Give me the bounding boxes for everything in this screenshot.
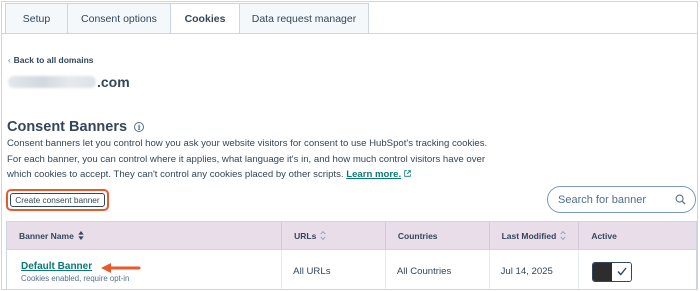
- header-label: Last Modified: [501, 230, 557, 241]
- domain-suffix: .com: [97, 74, 130, 90]
- chevron-left-icon: ‹: [8, 55, 11, 65]
- header-label: Active: [591, 230, 617, 241]
- active-cell: [579, 250, 696, 289]
- header-label: URLs: [294, 230, 317, 241]
- header-active: Active: [579, 222, 696, 249]
- external-link-icon: [404, 170, 411, 177]
- header-countries: Countries: [386, 222, 490, 249]
- table-header: Banner Name URLs Countries Last Modified…: [6, 221, 697, 250]
- create-button-highlight: Create consent banner: [6, 189, 109, 211]
- tab-setup[interactable]: Setup: [5, 3, 67, 34]
- section-heading: Consent Banners i: [7, 119, 145, 135]
- toggle-knob: [593, 262, 613, 281]
- search-input[interactable]: [558, 193, 673, 206]
- banner-subtitle: Cookies enabled, require opt-in: [21, 273, 130, 283]
- page-frame: Setup Consent options Cookies Data reque…: [1, 1, 698, 290]
- header-label: Countries: [397, 230, 438, 241]
- toggle-check: [612, 262, 632, 281]
- last-modified-cell: Jul 14, 2025: [490, 250, 580, 289]
- create-consent-banner-button[interactable]: Create consent banner: [10, 193, 105, 207]
- sort-icon[interactable]: [78, 231, 84, 240]
- domain-title: .com: [8, 74, 130, 90]
- header-last-modified[interactable]: Last Modified: [490, 222, 580, 249]
- countries-cell: All Countries: [386, 250, 490, 289]
- section-title: Consent Banners: [7, 119, 128, 135]
- header-urls[interactable]: URLs: [282, 222, 386, 249]
- table-row: Default Banner Cookies enabled, require …: [6, 250, 697, 289]
- arrow-pointer-icon: [101, 263, 141, 273]
- search-icon[interactable]: [675, 194, 686, 205]
- section-description: Consent banners let you control how you …: [7, 136, 497, 183]
- search-box[interactable]: [547, 186, 696, 213]
- banners-table: Banner Name URLs Countries Last Modified…: [6, 221, 697, 289]
- tab-divider: [2, 33, 697, 34]
- header-label: Banner Name: [19, 230, 74, 241]
- banner-name-link[interactable]: Default Banner: [21, 261, 92, 272]
- header-banner-name[interactable]: Banner Name: [7, 222, 283, 249]
- tab-consent-options[interactable]: Consent options: [67, 3, 170, 34]
- banner-name-cell: Default Banner Cookies enabled, require …: [7, 250, 283, 289]
- back-link-label: Back to all domains: [13, 55, 94, 65]
- tab-bar: Setup Consent options Cookies Data reque…: [5, 3, 369, 34]
- sort-icon[interactable]: [320, 231, 326, 240]
- sort-icon[interactable]: [560, 231, 566, 240]
- checkmark-icon: [617, 267, 627, 276]
- description-text: Consent banners let you control how you …: [7, 138, 488, 180]
- info-icon[interactable]: i: [134, 122, 145, 132]
- learn-more-link[interactable]: Learn more.: [346, 169, 401, 180]
- tab-cookies[interactable]: Cookies: [170, 3, 239, 34]
- redacted-domain: [8, 76, 96, 88]
- back-link[interactable]: ‹ Back to all domains: [8, 55, 94, 65]
- urls-cell: All URLs: [282, 250, 386, 289]
- active-toggle[interactable]: [592, 261, 633, 282]
- tab-data-request-manager[interactable]: Data request manager: [239, 3, 369, 34]
